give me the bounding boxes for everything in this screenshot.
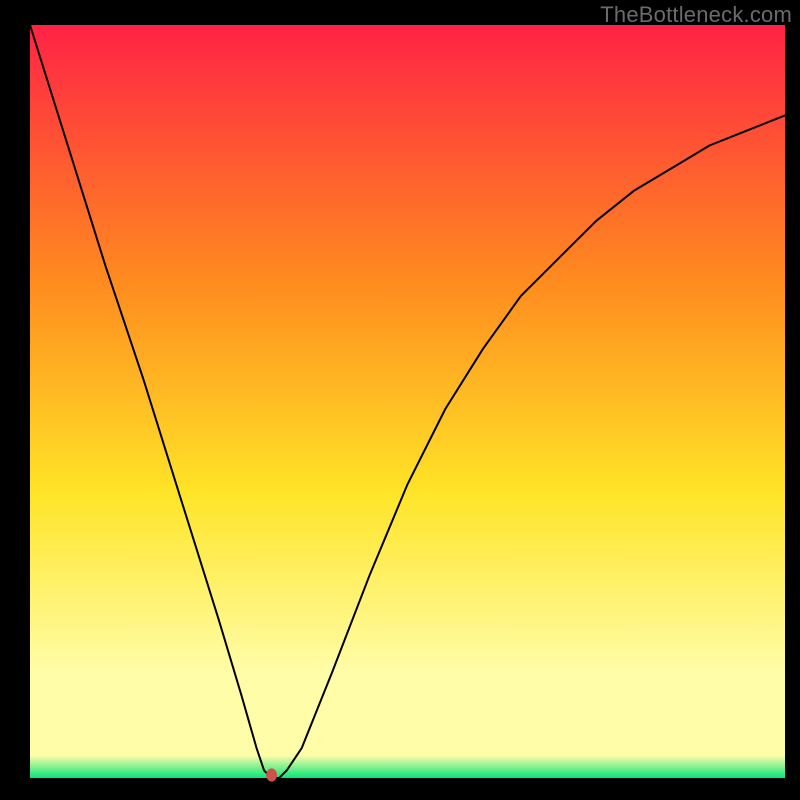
- chart-container: TheBottleneck.com: [0, 0, 800, 800]
- plot-area: [30, 25, 785, 778]
- optimal-point-marker: [266, 768, 277, 781]
- watermark-text: TheBottleneck.com: [600, 2, 792, 28]
- bottleneck-chart: [0, 0, 800, 800]
